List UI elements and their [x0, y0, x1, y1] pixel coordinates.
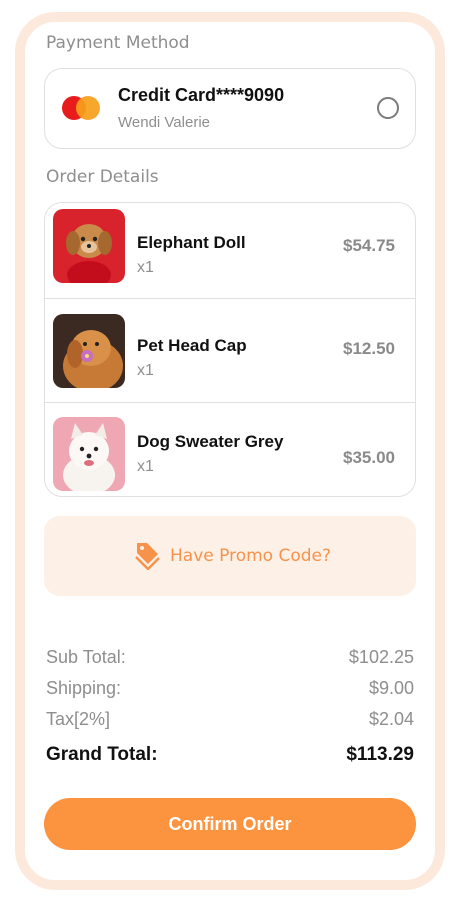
- tax-label: Tax[2%]: [46, 709, 111, 729]
- subtotal-value: $102.25: [348, 647, 414, 667]
- item-quantity: x1: [137, 458, 154, 475]
- tax-value: $2.04: [368, 709, 414, 729]
- grand-total-label: Grand Total:: [46, 744, 158, 765]
- product-image-dog-sweater-grey: [53, 417, 125, 491]
- order-item[interactable]: Elephant Doll x1 $54.75: [45, 203, 415, 307]
- mastercard-logo-icon: [62, 96, 100, 120]
- item-price: $12.50: [343, 339, 395, 358]
- order-details-label: Order Details: [46, 167, 159, 187]
- item-name: Elephant Doll: [137, 233, 246, 252]
- shipping-value: $9.00: [368, 678, 414, 698]
- order-item[interactable]: Dog Sweater Grey x1 $35.00: [45, 402, 415, 496]
- payment-radio-button[interactable]: [377, 97, 399, 119]
- item-price: $54.75: [343, 236, 395, 255]
- item-name: Dog Sweater Grey: [137, 432, 284, 451]
- tag-icon: [134, 540, 160, 571]
- order-item[interactable]: Pet Head Cap x1 $12.50: [45, 298, 415, 402]
- order-items-list: Elephant Doll x1 $54.75 Pet Head Cap x1 …: [44, 202, 416, 497]
- product-image-pet-head-cap: [53, 314, 125, 388]
- payment-method-label: Payment Method: [46, 33, 190, 53]
- grand-total-value: $113.29: [346, 744, 414, 765]
- promo-code-label: Have Promo Code?: [170, 546, 332, 566]
- card-holder-name: Wendi Valerie: [118, 114, 210, 131]
- subtotal-label: Sub Total:: [46, 647, 126, 667]
- item-name: Pet Head Cap: [137, 336, 247, 355]
- item-quantity: x1: [137, 259, 154, 276]
- item-price: $35.00: [343, 448, 395, 467]
- card-title: Credit Card****9090: [118, 85, 285, 105]
- shipping-label: Shipping:: [46, 678, 122, 698]
- product-image-elephant-doll: [53, 209, 125, 283]
- confirm-order-button[interactable]: Confirm Order: [44, 798, 416, 850]
- item-quantity: x1: [137, 362, 154, 379]
- promo-code-button[interactable]: Have Promo Code?: [44, 516, 416, 596]
